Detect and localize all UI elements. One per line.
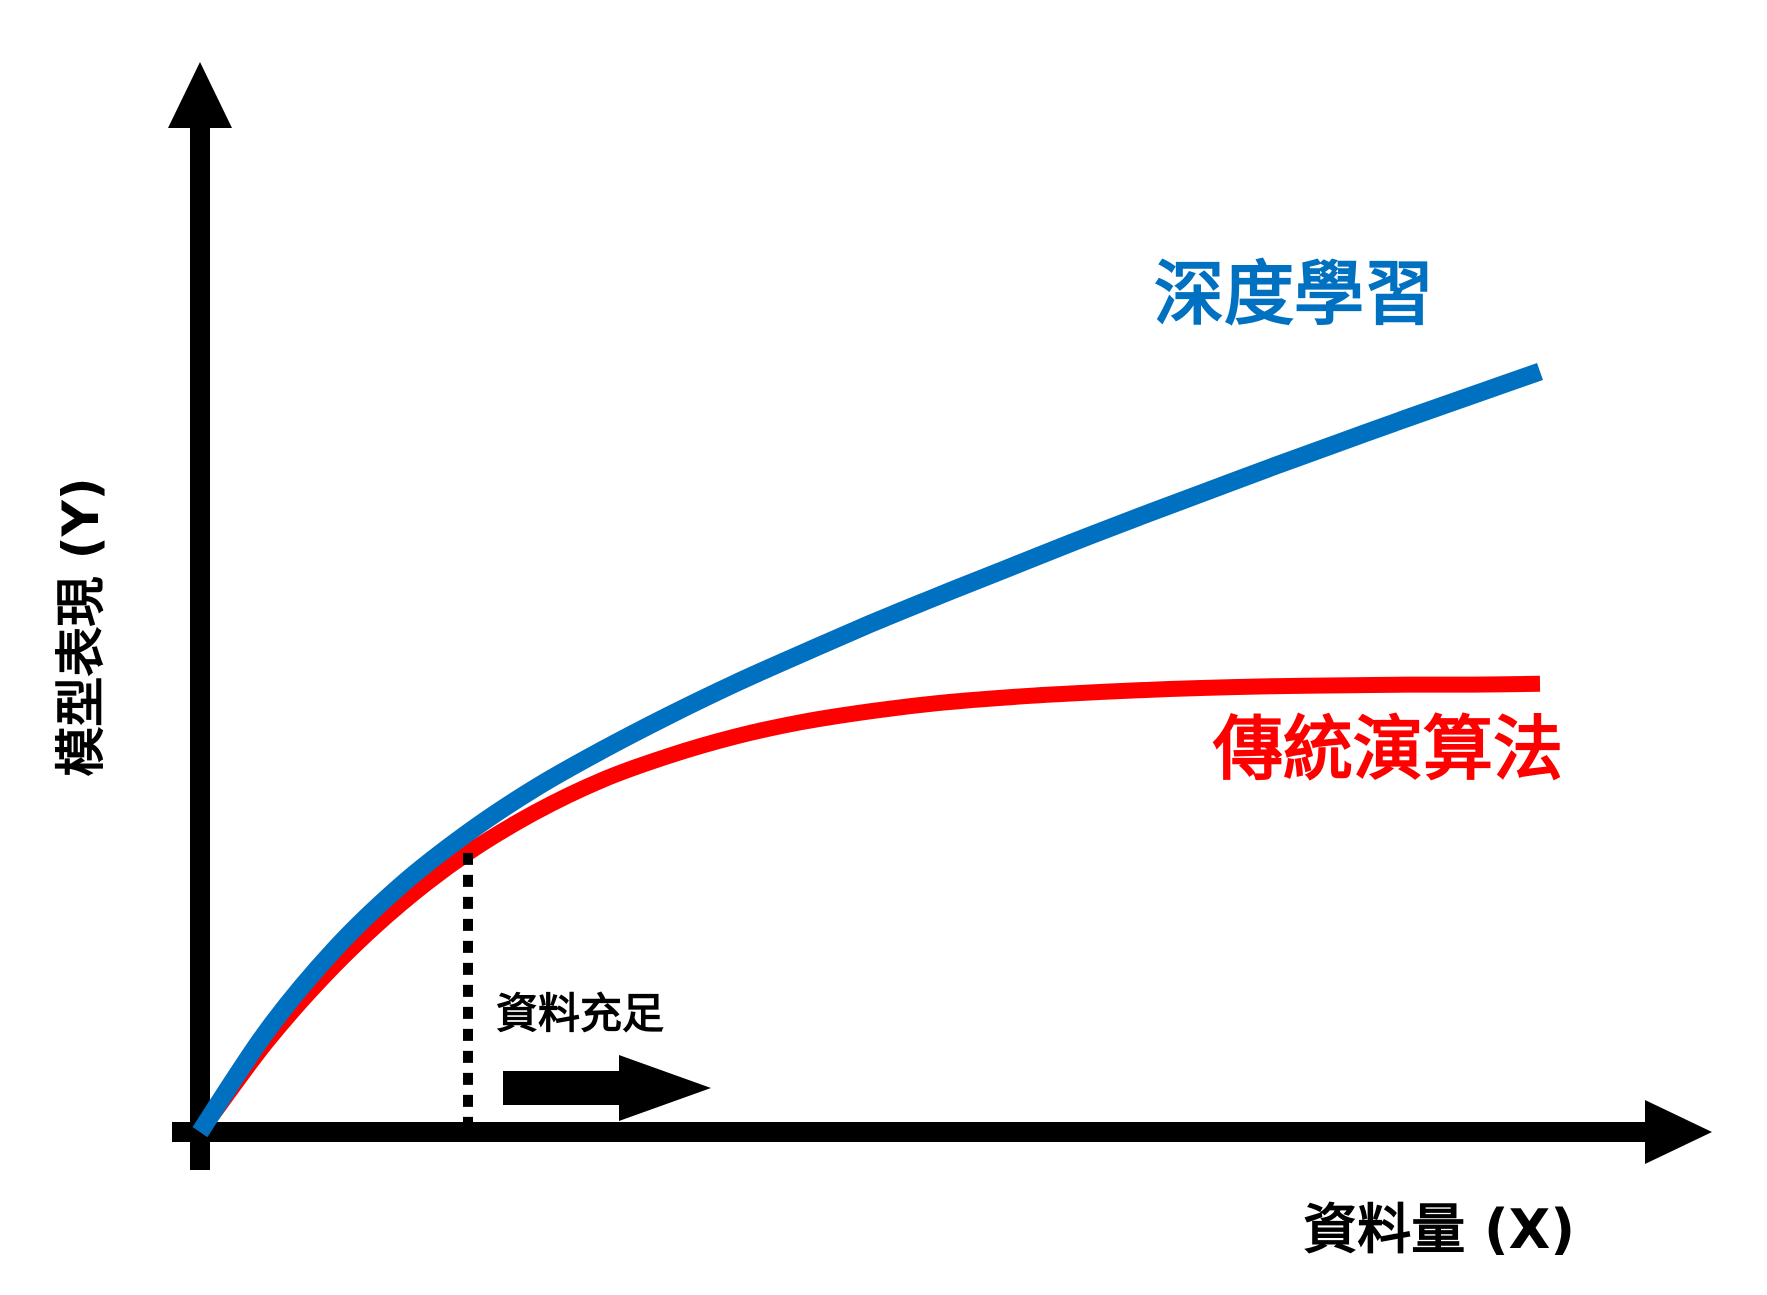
x-axis-label: 資料量 (X) bbox=[1303, 1198, 1575, 1261]
data-sufficient-label: 資料充足 bbox=[496, 989, 664, 1038]
axes bbox=[168, 62, 1712, 1170]
series-label-traditional-algorithm: 傳統演算法 bbox=[1212, 708, 1563, 790]
chart: 資料充足 模型表現 (Y) 資料量 (X) 深度學習 傳統演算法 bbox=[52, 62, 1712, 1261]
right-arrow-icon bbox=[503, 1055, 711, 1121]
y-axis-arrow bbox=[168, 62, 232, 128]
x-axis-arrow bbox=[1645, 1100, 1712, 1164]
annotation-layer: 資料充足 bbox=[463, 852, 711, 1122]
series-label-deep-learning: 深度學習 bbox=[1154, 253, 1434, 335]
y-axis-label: 模型表現 (Y) bbox=[52, 477, 110, 776]
